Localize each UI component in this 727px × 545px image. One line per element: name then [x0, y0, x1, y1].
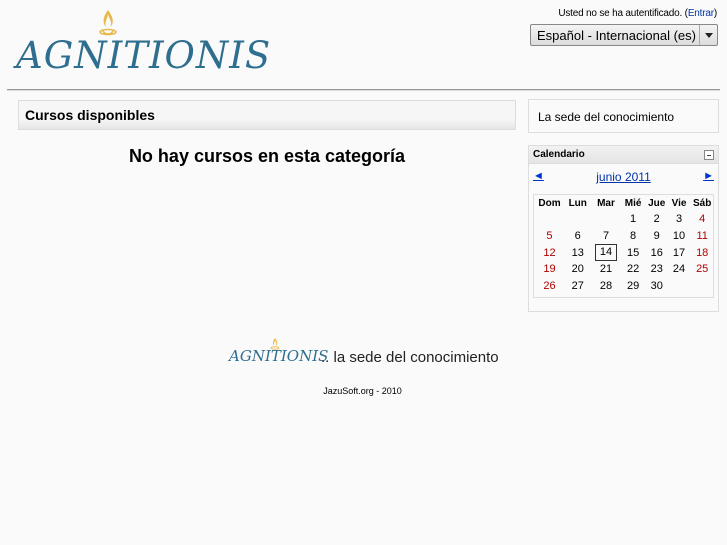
calendar-weekday: Mié [624, 197, 642, 209]
calendar-day[interactable]: 2 [645, 211, 669, 228]
calendar-empty-cell [591, 211, 622, 228]
calendar-day[interactable]: 27 [565, 278, 591, 295]
calendar-table: Dom Lun Mar Mié Jue Vie Sáb 1 2 3 4 5 6 7 8 9 10 11 12 13 1… [534, 195, 715, 294]
calendar-day[interactable]: 9 [645, 228, 669, 245]
calendar-day-today[interactable]: 14 [591, 244, 622, 261]
calendar-day[interactable]: 5 [534, 228, 565, 245]
calendar-empty-cell [565, 211, 591, 228]
calendar-day[interactable]: 17 [669, 244, 690, 261]
calendar-day[interactable]: 15 [622, 244, 645, 261]
calendar-weekday: Jue [648, 197, 666, 209]
next-month-icon[interactable]: ► [703, 170, 714, 182]
header-divider [7, 89, 720, 91]
calendar-day[interactable]: 3 [669, 211, 690, 228]
calendar-week-row: 19 20 21 22 23 24 25 [534, 261, 715, 278]
calendar-empty-cell [669, 278, 690, 295]
calendar-day[interactable]: 10 [669, 228, 690, 245]
copyright-text: JazuSoft.org - 2010 [323, 386, 402, 396]
chevron-down-icon[interactable] [699, 25, 717, 45]
calendar-day[interactable]: 13 [565, 244, 591, 261]
calendar-day-label: 14 [594, 244, 618, 261]
calendar-header: Calendario [529, 146, 718, 164]
calendar-day[interactable]: 8 [622, 228, 645, 245]
calendar-day[interactable]: 20 [565, 261, 591, 278]
language-select-value: Español - Internacional (es) [537, 27, 696, 43]
calendar-empty-cell [689, 278, 715, 295]
calendar-day[interactable]: 12 [534, 244, 565, 261]
login-info: Usted no se ha autentificado. (Entrar) [558, 8, 717, 19]
site-logo[interactable]: AGNITIONIS [16, 8, 270, 77]
copyright: JazuSoft.org - 2010 [0, 386, 727, 396]
calendar-weekday: Vie [671, 197, 687, 209]
calendar-day[interactable]: 23 [645, 261, 669, 278]
calendar-day[interactable]: 29 [622, 278, 645, 295]
calendar-day[interactable]: 6 [565, 228, 591, 245]
calendar-day[interactable]: 30 [645, 278, 669, 295]
calendar-day[interactable]: 1 [622, 211, 645, 228]
login-link[interactable]: Entrar [688, 8, 714, 19]
footer-logo-text: AGNITIONIS [229, 347, 329, 365]
calendar-weekday: Dom [538, 197, 561, 209]
no-courses-message: No hay cursos en esta categoría [128, 146, 406, 166]
calendar-days: 1 2 3 4 5 6 7 8 9 10 11 12 13 14 15 16 17 18 19 20 21 22 23 24 2… [534, 211, 715, 294]
calendar-nav: junio 2011 ◄ ► [529, 170, 718, 186]
footer-logo[interactable]: AGNITIONIS [229, 338, 328, 365]
calendar-day[interactable]: 19 [534, 261, 565, 278]
calendar-week-row: 12 13 14 15 16 17 18 [534, 244, 715, 261]
calendar-week-row: 1234 [534, 211, 715, 228]
calendar-day[interactable]: 21 [591, 261, 622, 278]
language-select[interactable]: Español - Internacional (es) [530, 24, 718, 46]
calendar-week-row: 26 27 28 29 30 [534, 278, 715, 295]
login-status-text: Usted no se ha autentificado. [558, 8, 683, 19]
calendar-day[interactable]: 25 [689, 261, 715, 278]
calendar-weekday-row: Dom Lun Mar Mié Jue Vie Sáb [534, 195, 715, 211]
available-courses-title: Cursos disponibles [25, 107, 155, 123]
calendar-day[interactable]: 28 [591, 278, 622, 295]
tagline-text: La sede del conocimiento [538, 110, 675, 124]
calendar-block: Calendario junio 2011 ◄ ► Dom Lun Mar Mié Ju… [528, 145, 719, 312]
calendar-weekday: Lun [568, 197, 587, 209]
calendar-month-link[interactable]: junio 2011 [529, 170, 718, 184]
calendar-day[interactable]: 22 [622, 261, 645, 278]
calendar-day[interactable]: 26 [534, 278, 565, 295]
calendar-grid: Dom Lun Mar Mié Jue Vie Sáb 1 2 3 4 5 6 7 8 9 10 11 12 13 1… [533, 194, 714, 298]
calendar-day[interactable]: 11 [689, 228, 715, 245]
logo-text: AGNITIONIS [16, 34, 272, 77]
calendar-day[interactable]: 16 [645, 244, 669, 261]
available-courses-header: Cursos disponibles [18, 100, 516, 130]
calendar-day[interactable]: 24 [669, 261, 690, 278]
calendar-weekday: Mar [597, 197, 615, 209]
calendar-day[interactable]: 7 [591, 228, 622, 245]
calendar-empty-cell [534, 211, 565, 228]
calendar-day[interactable]: 4 [689, 211, 715, 228]
collapse-icon[interactable] [704, 150, 714, 160]
prev-month-icon[interactable]: ◄ [533, 170, 544, 182]
calendar-week-row: 5 6 7 8 9 10 11 [534, 228, 715, 245]
footer-tagline: .. la sede del conocimiento [321, 349, 499, 366]
calendar-day[interactable]: 18 [689, 244, 715, 261]
page-header: AGNITIONIS Usted no se ha autentificado.… [0, 0, 727, 90]
calendar-title: Calendario [533, 149, 585, 160]
calendar-weekday: Sáb [693, 197, 712, 209]
tagline-block: La sede del conocimiento [528, 99, 719, 133]
